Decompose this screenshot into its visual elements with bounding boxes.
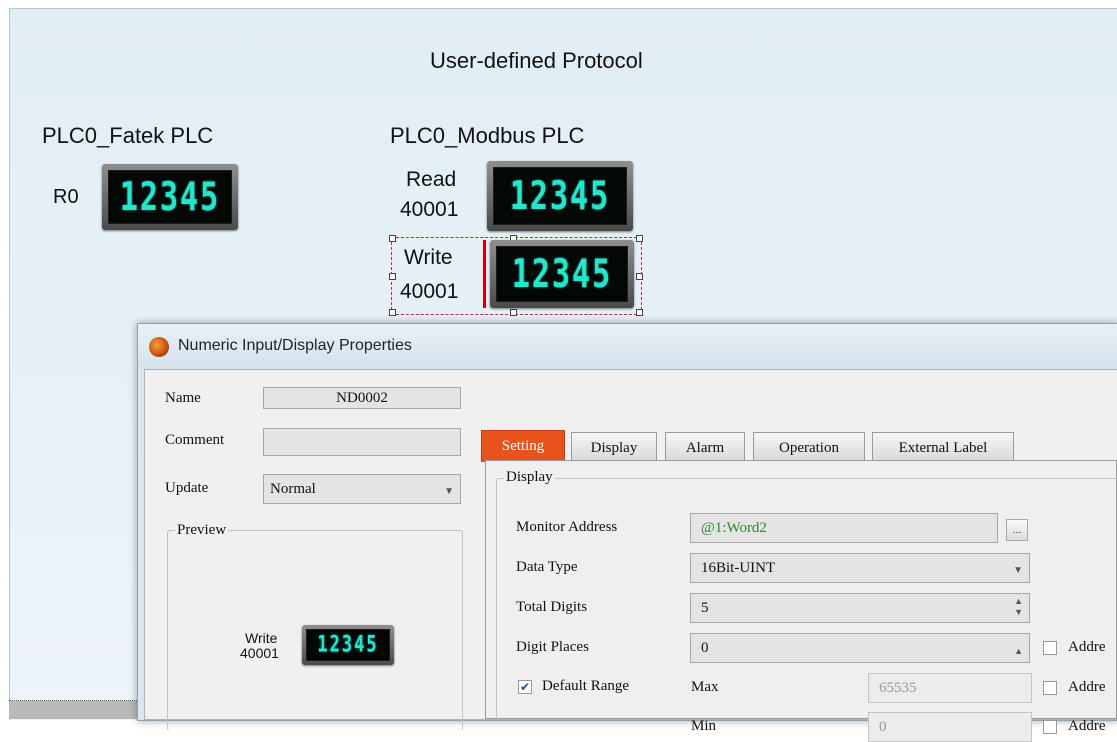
data-type-select[interactable]: 16Bit-UINT ▼: [690, 553, 1030, 583]
data-type-label: Data Type: [516, 559, 578, 575]
min-address-checkbox[interactable]: [1043, 720, 1057, 734]
display-group-label: Display: [504, 469, 555, 486]
total-digits-value: 5: [701, 600, 709, 616]
min-address-label: Addre: [1068, 718, 1106, 734]
update-select-value: Normal: [270, 481, 316, 497]
fatek-plc-header: PLC0_Fatek PLC: [42, 123, 214, 148]
read-label-line2: 40001: [400, 198, 459, 221]
preview-label-line2: 40001: [240, 645, 279, 661]
fatek-numeric-display[interactable]: 12345: [102, 164, 238, 230]
write-label-line1: Write: [404, 246, 453, 269]
max-label: Max: [691, 679, 719, 695]
write-label-line2: 40001: [400, 280, 459, 303]
tab-external-label[interactable]: External Label: [872, 432, 1014, 460]
modbus-write-numeric-display[interactable]: 12345: [490, 240, 634, 308]
digit-places-label: Digit Places: [516, 639, 589, 655]
digit-places-spinner[interactable]: 0 ▲: [690, 633, 1030, 663]
tab-alarm[interactable]: Alarm: [665, 432, 745, 460]
tab-setting[interactable]: Setting: [481, 430, 565, 462]
name-field[interactable]: ND0002: [263, 387, 461, 409]
modbus-read-value: 12345: [509, 173, 611, 219]
canvas-dotted-border: [9, 700, 149, 701]
resize-handle-bl[interactable]: [389, 309, 396, 316]
data-type-value: 16Bit-UINT: [701, 560, 776, 576]
fatek-display-value: 12345: [119, 174, 221, 220]
resize-handle-bc[interactable]: [510, 309, 517, 316]
canvas-title: User-defined Protocol: [430, 48, 643, 73]
dialog-title: Numeric Input/Display Properties: [178, 337, 412, 354]
spinner-arrows-icon: ▲ ▼: [1014, 596, 1023, 617]
default-range-label: Default Range: [542, 678, 630, 694]
min-field[interactable]: 0: [868, 712, 1032, 742]
resize-handle-br[interactable]: [636, 309, 643, 316]
properties-dialog: Numeric Input/Display Properties Name ND…: [137, 323, 1117, 742]
chevron-down-icon: ▼: [1013, 565, 1023, 576]
min-label: Min: [691, 718, 717, 734]
digit-places-value: 0: [701, 640, 709, 656]
max-address-label: Addre: [1068, 679, 1106, 695]
monitor-address-label: Monitor Address: [516, 519, 618, 535]
selection-red-marker: [483, 240, 486, 308]
comment-label: Comment: [165, 432, 225, 448]
total-digits-label: Total Digits: [516, 599, 588, 615]
default-range-checkbox[interactable]: ✔: [518, 680, 532, 694]
monitor-address-field[interactable]: @1:Word2: [690, 513, 998, 543]
preview-group-label: Preview: [175, 522, 229, 539]
digit-places-address-label: Addre: [1068, 639, 1106, 655]
up-arrow-icon: ▲: [1014, 646, 1023, 656]
browse-address-button[interactable]: ...: [1006, 519, 1028, 541]
modbus-read-numeric-display[interactable]: 12345: [487, 161, 633, 231]
read-label-line1: Read: [406, 168, 457, 191]
max-field[interactable]: 65535: [868, 673, 1032, 703]
resize-handle-ml[interactable]: [389, 273, 396, 280]
max-address-checkbox[interactable]: [1043, 681, 1057, 695]
modbus-plc-header: PLC0_Modbus PLC: [390, 123, 585, 148]
tab-display[interactable]: Display: [571, 432, 657, 460]
setting-tab-panel: Display Monitor Address @1:Word2 ... Dat…: [485, 460, 1117, 742]
preview-label-line1: Write: [245, 630, 278, 646]
resize-handle-tl[interactable]: [389, 235, 396, 242]
resize-handle-tr[interactable]: [636, 235, 643, 242]
app-icon: [149, 337, 169, 357]
total-digits-spinner[interactable]: 5 ▲ ▼: [690, 593, 1030, 623]
name-label: Name: [165, 390, 201, 406]
modbus-write-value: 12345: [511, 251, 613, 297]
digit-places-address-checkbox[interactable]: [1043, 641, 1057, 655]
chevron-down-icon: ▼: [444, 486, 454, 497]
tab-operation[interactable]: Operation: [753, 432, 865, 460]
dialog-body: Name ND0002 Comment Update Normal ▼ Prev…: [144, 369, 1117, 742]
update-select[interactable]: Normal ▼: [263, 474, 461, 504]
resize-handle-mr[interactable]: [636, 273, 643, 280]
fatek-register-label: R0: [53, 186, 79, 208]
canvas-bottom-strip: [9, 701, 149, 719]
update-label: Update: [165, 480, 209, 496]
preview-value: 12345: [317, 632, 379, 658]
comment-field[interactable]: [263, 428, 461, 456]
dialog-titlebar[interactable]: Numeric Input/Display Properties: [138, 324, 1117, 369]
preview-numeric-display: 12345: [302, 625, 394, 665]
